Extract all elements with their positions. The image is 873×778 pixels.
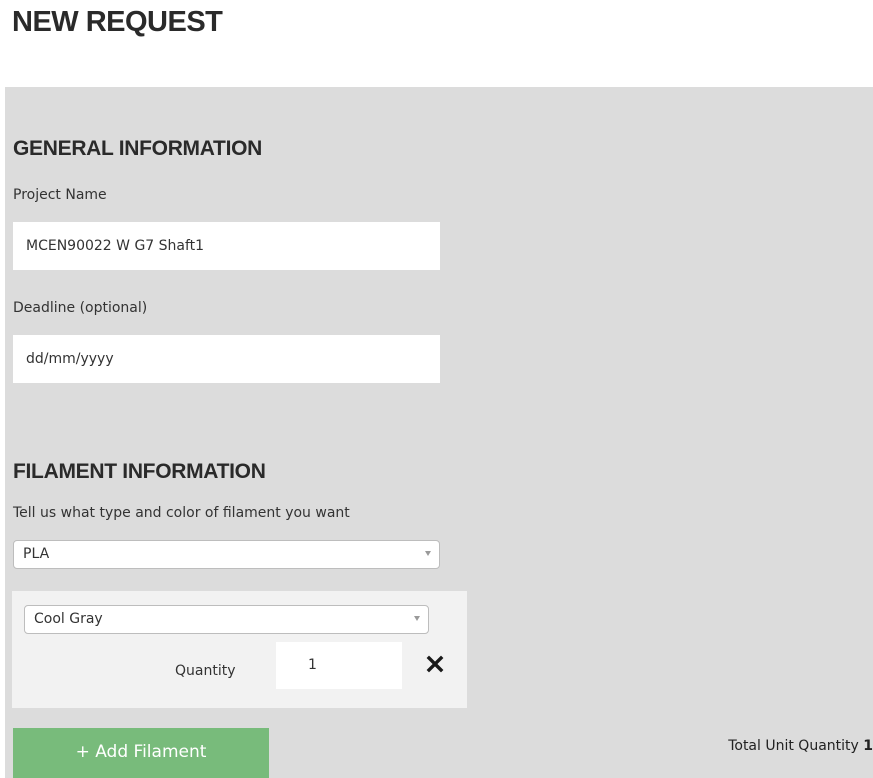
project-name-label: Project Name <box>13 187 107 203</box>
project-name-input[interactable]: MCEN90022 W G7 Shaft1 <box>13 222 440 270</box>
filament-color-selected: Cool Gray <box>34 611 103 627</box>
total-unit-quantity-value: 1 <box>863 738 873 754</box>
filament-color-select[interactable]: Cool Gray <box>24 605 429 634</box>
chevron-down-icon <box>425 551 431 556</box>
general-information-heading: GENERAL INFORMATION <box>13 137 263 160</box>
filament-description: Tell us what type and color of filament … <box>13 505 350 521</box>
deadline-label: Deadline (optional) <box>13 300 148 316</box>
quantity-input[interactable]: 1 <box>276 642 402 689</box>
filament-type-selected: PLA <box>23 546 50 562</box>
filament-type-select[interactable]: PLA <box>13 540 440 569</box>
close-icon[interactable] <box>424 653 446 675</box>
deadline-input[interactable]: dd/mm/yyyy <box>13 335 440 383</box>
page-title: NEW REQUEST <box>12 6 223 38</box>
add-filament-button[interactable]: + Add Filament <box>13 728 269 778</box>
chevron-down-icon <box>414 616 420 621</box>
quantity-label: Quantity <box>175 663 236 679</box>
filament-information-heading: FILAMENT INFORMATION <box>13 460 266 483</box>
request-form-panel: GENERAL INFORMATION Project Name MCEN900… <box>5 87 873 778</box>
total-unit-quantity: Total Unit Quantity 1 <box>728 738 873 754</box>
filament-color-item: Cool Gray Quantity 1 <box>12 591 467 708</box>
total-unit-quantity-label: Total Unit Quantity <box>728 738 859 754</box>
